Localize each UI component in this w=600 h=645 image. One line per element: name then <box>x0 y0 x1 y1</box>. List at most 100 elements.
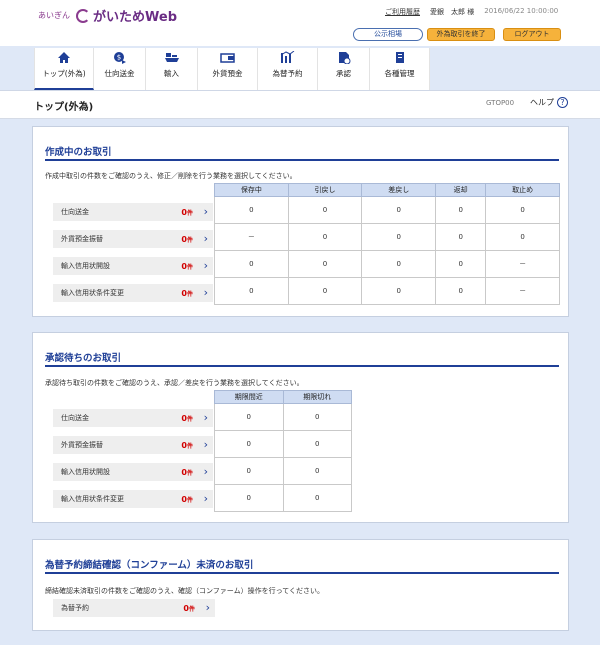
table-cell: 0 <box>485 223 560 251</box>
confirmation-panel: 為替予約締結確認（コンファーム）未済のお取引 締結確認未済取引の件数をご確認のう… <box>32 539 569 631</box>
row-name: 輸入信用状開設 <box>61 262 110 270</box>
end-fx-button[interactable]: 外為取引を終了 <box>427 28 495 41</box>
public-rates-button[interactable]: 公示相場 <box>353 28 423 41</box>
chevron-right-icon: › <box>203 411 208 424</box>
column-header: 返却 <box>435 183 487 197</box>
table-cell: 0 <box>287 196 363 224</box>
row-count: 0件 <box>183 603 195 613</box>
table-cell: 0 <box>361 196 437 224</box>
table-cell: 0 <box>282 430 352 458</box>
row-count: 0件 <box>181 467 193 477</box>
approval-panel: 承認待ちのお取引 承認待ち取引の件数をご確認のうえ、承認／差戻を行う業務を選択し… <box>32 332 569 523</box>
nav-item-deposit[interactable]: 外貨預金 <box>198 48 258 90</box>
row-name: 外貨預金振替 <box>61 235 103 243</box>
row-name: 為替予約 <box>61 604 89 612</box>
table-cell: 0 <box>361 277 437 305</box>
row-count: 0件 <box>181 234 193 244</box>
drafting-row-lc-open[interactable]: 輸入信用状開設 0件 › <box>53 257 213 275</box>
nav-label: 各種管理 <box>384 69 415 78</box>
row-count: 0件 <box>181 288 193 298</box>
approval-row-lc-change[interactable]: 輸入信用状条件変更 0件 › <box>53 490 213 508</box>
column-header: 保存中 <box>214 183 289 197</box>
approval-row-lc-open[interactable]: 輸入信用状開設 0件 › <box>53 463 213 481</box>
table-row: 0 0 0 0 － <box>214 250 560 278</box>
column-header: 期限切れ <box>282 390 352 404</box>
logout-button[interactable]: ログアウト <box>503 28 561 41</box>
drafting-row-deposit-transfer[interactable]: 外貨預金振替 0件 › <box>53 230 213 248</box>
table-cell: 0 <box>361 223 437 251</box>
page-title: トップ(外為) <box>34 102 94 113</box>
table-cell: 0 <box>361 250 437 278</box>
table-cell: 0 <box>485 196 560 224</box>
column-header: 差戻し <box>361 183 437 197</box>
login-datetime: 2016/06/22 10:00:00 <box>484 7 559 15</box>
screen-code: GTOP00 <box>486 99 515 107</box>
row-count: 0件 <box>181 261 193 271</box>
header-action-buttons: 外為取引を終了 ログアウト <box>427 28 561 41</box>
nav-label: 仕向送金 <box>104 69 135 78</box>
approval-description: 承認待ち取引の件数をご確認のうえ、承認／差戻を行う業務を選択してください。 <box>45 379 304 387</box>
help-link[interactable]: ヘルプ ? <box>530 97 568 108</box>
table-row: 0 0 <box>214 457 352 485</box>
nav-item-remittance[interactable]: $ 仕向送金 <box>94 48 146 90</box>
table-cell: － <box>485 277 560 305</box>
chevron-right-icon: › <box>203 259 208 272</box>
table-cell: 0 <box>214 196 289 224</box>
column-header: 取止め <box>485 183 560 197</box>
table-cell: 0 <box>282 484 352 512</box>
row-name: 仕向送金 <box>61 414 89 422</box>
logo-name: がいためWeb <box>93 10 177 25</box>
table-row: 0 0 <box>214 484 352 512</box>
table-cell: － <box>485 250 560 278</box>
approval-table: 期限間近 期限切れ 0 0 0 0 0 0 0 0 <box>214 390 352 512</box>
row-count: 0件 <box>181 207 193 217</box>
user-name: 愛銀 太郎 様 <box>430 8 475 16</box>
table-cell: 0 <box>214 277 289 305</box>
table-cell: 0 <box>435 277 487 305</box>
nav-label: 承認 <box>336 69 351 78</box>
main-nav: トップ(外為) $ 仕向送金 輸入 外貨預金 為替予約 承認 各種管理 <box>34 48 430 90</box>
logo[interactable]: あいぎん がいためWeb <box>38 6 177 25</box>
approval-icon <box>336 51 352 65</box>
usage-history-link[interactable]: ご利用履歴 <box>385 7 420 17</box>
drafting-row-remittance[interactable]: 仕向送金 0件 › <box>53 203 213 221</box>
row-name: 輸入信用状条件変更 <box>61 289 124 297</box>
header: あいぎん がいためWeb ご利用履歴 愛銀 太郎 様 2016/06/22 10… <box>0 0 600 46</box>
nav-item-approval[interactable]: 承認 <box>318 48 370 90</box>
row-name: 外貨預金振替 <box>61 441 103 449</box>
row-name: 輸入信用状開設 <box>61 468 110 476</box>
nav-label: トップ(外為) <box>42 69 86 78</box>
table-cell: 0 <box>435 250 487 278</box>
table-row: － 0 0 0 0 <box>214 223 560 251</box>
nav-item-exchange[interactable]: 為替予約 <box>258 48 318 90</box>
import-icon <box>164 51 180 65</box>
top-links: ご利用履歴 愛銀 太郎 様 2016/06/22 10:00:00 <box>385 7 558 17</box>
drafting-table: 保存中 引戻し 差戻し 返却 取止め 0 0 0 0 0 － 0 0 0 0 0… <box>214 183 560 305</box>
table-cell: 0 <box>214 403 284 431</box>
nav-item-import[interactable]: 輸入 <box>146 48 198 90</box>
confirmation-row-forward-contract[interactable]: 為替予約 0件 › <box>53 599 215 617</box>
logo-sub: あいぎん <box>38 11 70 20</box>
drafting-description: 作成中取引の件数をご確認のうえ、修正／削除を行う業務を選択してください。 <box>45 172 297 180</box>
table-cell: 0 <box>282 457 352 485</box>
row-count: 0件 <box>181 440 193 450</box>
page-title-bar: トップ(外為) GTOP00 ヘルプ ? <box>0 91 600 119</box>
approval-row-deposit-transfer[interactable]: 外貨預金振替 0件 › <box>53 436 213 454</box>
confirmation-title: 為替予約締結確認（コンファーム）未済のお取引 <box>45 560 254 571</box>
approval-row-remittance[interactable]: 仕向送金 0件 › <box>53 409 213 427</box>
logo-mark-icon <box>76 8 90 23</box>
drafting-row-lc-change[interactable]: 輸入信用状条件変更 0件 › <box>53 284 213 302</box>
nav-item-management[interactable]: 各種管理 <box>370 48 430 90</box>
deposit-icon <box>219 51 236 65</box>
row-name: 輸入信用状条件変更 <box>61 495 124 503</box>
table-cell: 0 <box>282 403 352 431</box>
confirmation-title-rule <box>45 572 559 574</box>
home-icon <box>56 51 72 65</box>
table-cell: 0 <box>214 430 284 458</box>
table-cell: 0 <box>287 250 363 278</box>
column-header: 引戻し <box>287 183 363 197</box>
confirmation-description: 締結確認未済取引の件数をご確認のうえ、確認（コンファーム）操作を行ってください。 <box>45 587 325 595</box>
drafting-title: 作成中のお取引 <box>45 147 112 158</box>
nav-item-top[interactable]: トップ(外為) <box>34 48 94 90</box>
table-cell: 0 <box>214 457 284 485</box>
